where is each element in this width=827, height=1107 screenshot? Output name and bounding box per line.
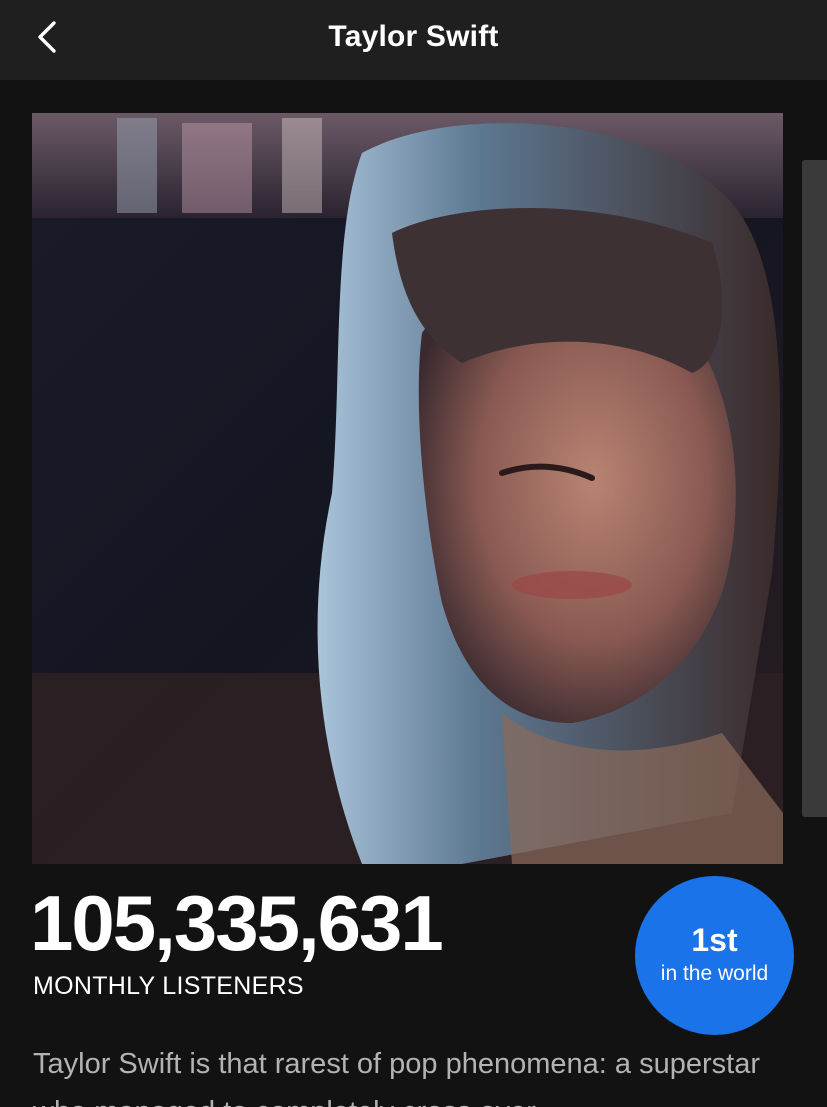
page-title: Taylor Swift: [328, 20, 499, 53]
artist-photo: [32, 113, 783, 864]
artist-bio[interactable]: Taylor Swift is that rarest of pop pheno…: [33, 1040, 793, 1107]
top-bar: Taylor Swift: [0, 0, 827, 80]
monthly-listeners-label: MONTHLY LISTENERS: [33, 972, 304, 1000]
rank-value: 1st: [691, 922, 738, 959]
rank-label: in the world: [660, 962, 769, 986]
scrollbar[interactable]: [802, 160, 827, 817]
monthly-listeners-count: 105,335,631: [30, 879, 444, 967]
world-rank-badge: 1st in the world: [635, 876, 794, 1035]
artist-page: Taylor Swift 105,335,631 MONTHLY LISTENE…: [0, 0, 827, 1107]
